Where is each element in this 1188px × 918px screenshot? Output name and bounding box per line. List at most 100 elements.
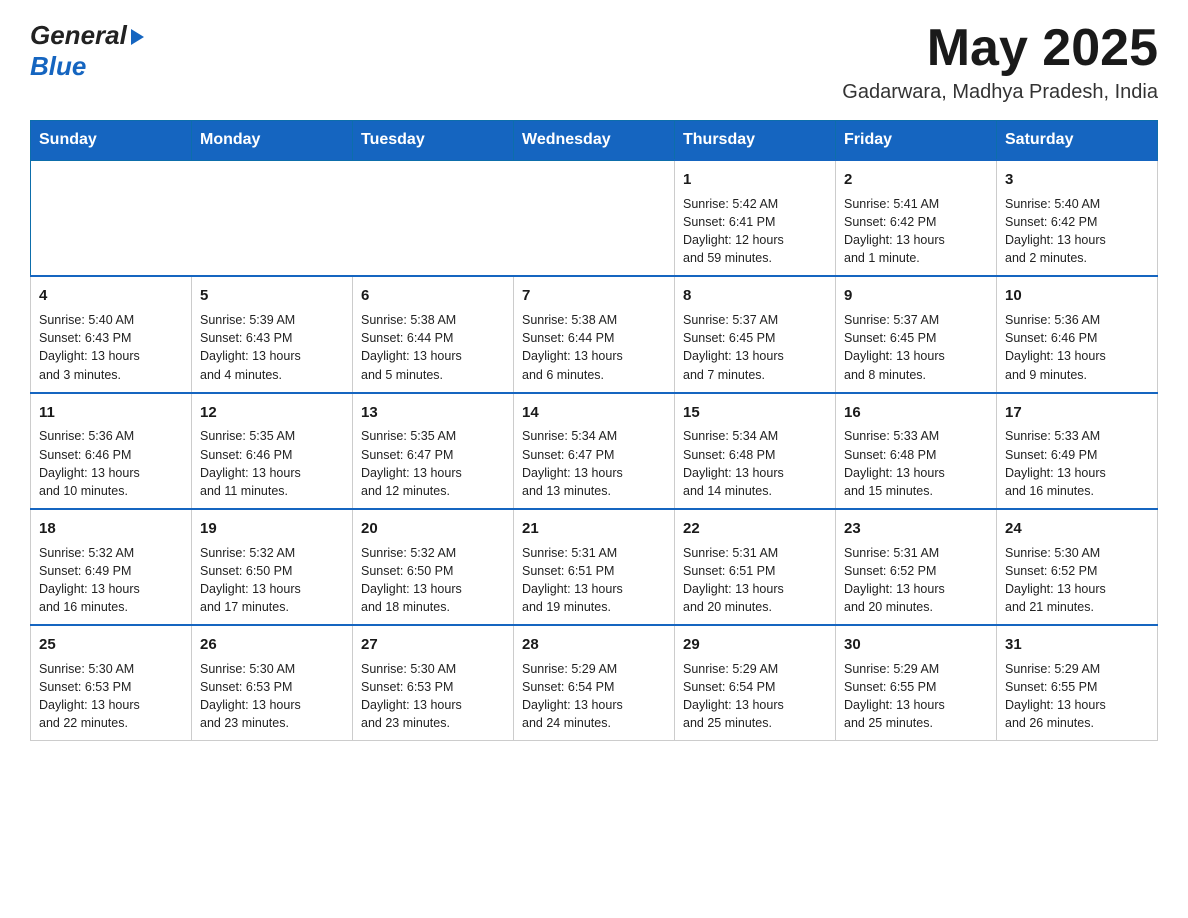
day-info: Sunrise: 5:40 AM Sunset: 6:42 PM Dayligh… — [1005, 195, 1149, 268]
day-number: 20 — [361, 518, 505, 540]
calendar-day-5: 5 Sunrise: 5:39 AM Sunset: 6:43 PM Daylig… — [192, 276, 353, 392]
day-number: 5 — [200, 285, 344, 307]
logo-blue: Blue — [30, 51, 144, 82]
location-title: Gadarwara, Madhya Pradesh, India — [842, 81, 1158, 104]
calendar-day-11: 11 Sunrise: 5:36 AM Sunset: 6:46 PM Dayli… — [31, 393, 192, 509]
calendar-day-7: 7 Sunrise: 5:38 AM Sunset: 6:44 PM Daylig… — [514, 276, 675, 392]
logo: General Blue — [30, 20, 144, 82]
day-number: 28 — [522, 634, 666, 656]
logo-general: General — [30, 20, 144, 51]
day-info: Sunrise: 5:33 AM Sunset: 6:48 PM Dayligh… — [844, 427, 988, 500]
day-number: 15 — [683, 402, 827, 424]
day-info: Sunrise: 5:38 AM Sunset: 6:44 PM Dayligh… — [522, 311, 666, 384]
weekday-header-tuesday: Tuesday — [353, 121, 514, 161]
day-info: Sunrise: 5:42 AM Sunset: 6:41 PM Dayligh… — [683, 195, 827, 268]
calendar-empty-cell — [31, 160, 192, 276]
day-number: 10 — [1005, 285, 1149, 307]
calendar-empty-cell — [192, 160, 353, 276]
calendar-day-30: 30 Sunrise: 5:29 AM Sunset: 6:55 PM Dayli… — [836, 625, 997, 741]
weekday-header-saturday: Saturday — [997, 121, 1158, 161]
calendar-day-15: 15 Sunrise: 5:34 AM Sunset: 6:48 PM Dayli… — [675, 393, 836, 509]
calendar-day-1: 1 Sunrise: 5:42 AM Sunset: 6:41 PM Daylig… — [675, 160, 836, 276]
day-number: 23 — [844, 518, 988, 540]
day-number: 13 — [361, 402, 505, 424]
day-info: Sunrise: 5:29 AM Sunset: 6:55 PM Dayligh… — [1005, 660, 1149, 733]
calendar-day-14: 14Sunrise: 5:34 AM Sunset: 6:47 PM Dayli… — [514, 393, 675, 509]
day-info: Sunrise: 5:35 AM Sunset: 6:46 PM Dayligh… — [200, 427, 344, 500]
day-info: Sunrise: 5:35 AM Sunset: 6:47 PM Dayligh… — [361, 427, 505, 500]
day-number: 2 — [844, 169, 988, 191]
calendar-empty-cell — [514, 160, 675, 276]
day-info: Sunrise: 5:29 AM Sunset: 6:55 PM Dayligh… — [844, 660, 988, 733]
calendar-day-2: 2 Sunrise: 5:41 AM Sunset: 6:42 PM Daylig… — [836, 160, 997, 276]
day-number: 9 — [844, 285, 988, 307]
day-info: Sunrise: 5:29 AM Sunset: 6:54 PM Dayligh… — [683, 660, 827, 733]
day-number: 11 — [39, 402, 183, 424]
calendar-week-row: 25Sunrise: 5:30 AM Sunset: 6:53 PM Dayli… — [31, 625, 1158, 741]
day-info: Sunrise: 5:38 AM Sunset: 6:44 PM Dayligh… — [361, 311, 505, 384]
calendar-day-13: 13 Sunrise: 5:35 AM Sunset: 6:47 PM Dayli… — [353, 393, 514, 509]
logo-triangle-icon — [131, 29, 144, 45]
month-title: May 2025 — [842, 20, 1158, 77]
day-number: 27 — [361, 634, 505, 656]
weekday-header-monday: Monday — [192, 121, 353, 161]
calendar-day-16: 16 Sunrise: 5:33 AM Sunset: 6:48 PM Dayli… — [836, 393, 997, 509]
day-info: Sunrise: 5:39 AM Sunset: 6:43 PM Dayligh… — [200, 311, 344, 384]
day-number: 16 — [844, 402, 988, 424]
day-number: 4 — [39, 285, 183, 307]
day-number: 8 — [683, 285, 827, 307]
calendar-day-31: 31Sunrise: 5:29 AM Sunset: 6:55 PM Dayli… — [997, 625, 1158, 741]
day-number: 12 — [200, 402, 344, 424]
day-number: 22 — [683, 518, 827, 540]
day-number: 30 — [844, 634, 988, 656]
calendar-day-3: 3 Sunrise: 5:40 AM Sunset: 6:42 PM Daylig… — [997, 160, 1158, 276]
calendar-day-9: 9 Sunrise: 5:37 AM Sunset: 6:45 PM Daylig… — [836, 276, 997, 392]
day-number: 7 — [522, 285, 666, 307]
day-info: Sunrise: 5:31 AM Sunset: 6:51 PM Dayligh… — [683, 544, 827, 617]
day-number: 6 — [361, 285, 505, 307]
day-info: Sunrise: 5:30 AM Sunset: 6:53 PM Dayligh… — [39, 660, 183, 733]
header: General Blue May 2025 Gadarwara, Madhya … — [30, 20, 1158, 104]
calendar-day-17: 17 Sunrise: 5:33 AM Sunset: 6:49 PM Dayli… — [997, 393, 1158, 509]
day-info: Sunrise: 5:37 AM Sunset: 6:45 PM Dayligh… — [844, 311, 988, 384]
day-info: Sunrise: 5:29 AM Sunset: 6:54 PM Dayligh… — [522, 660, 666, 733]
day-info: Sunrise: 5:41 AM Sunset: 6:42 PM Dayligh… — [844, 195, 988, 268]
day-info: Sunrise: 5:34 AM Sunset: 6:48 PM Dayligh… — [683, 427, 827, 500]
calendar-table: SundayMondayTuesdayWednesdayThursdayFrid… — [30, 120, 1158, 741]
day-info: Sunrise: 5:40 AM Sunset: 6:43 PM Dayligh… — [39, 311, 183, 384]
calendar-day-23: 23 Sunrise: 5:31 AM Sunset: 6:52 PM Dayli… — [836, 509, 997, 625]
calendar-day-22: 22 Sunrise: 5:31 AM Sunset: 6:51 PM Dayli… — [675, 509, 836, 625]
day-number: 17 — [1005, 402, 1149, 424]
day-info: Sunrise: 5:30 AM Sunset: 6:53 PM Dayligh… — [200, 660, 344, 733]
calendar-empty-cell — [353, 160, 514, 276]
calendar-day-19: 19 Sunrise: 5:32 AM Sunset: 6:50 PM Dayli… — [192, 509, 353, 625]
weekday-header-wednesday: Wednesday — [514, 121, 675, 161]
day-info: Sunrise: 5:30 AM Sunset: 6:53 PM Dayligh… — [361, 660, 505, 733]
calendar-day-27: 27 Sunrise: 5:30 AM Sunset: 6:53 PM Dayli… — [353, 625, 514, 741]
day-number: 14 — [522, 402, 666, 424]
day-info: Sunrise: 5:32 AM Sunset: 6:50 PM Dayligh… — [200, 544, 344, 617]
calendar-week-row: 4 Sunrise: 5:40 AM Sunset: 6:43 PM Daylig… — [31, 276, 1158, 392]
calendar-day-4: 4 Sunrise: 5:40 AM Sunset: 6:43 PM Daylig… — [31, 276, 192, 392]
day-number: 29 — [683, 634, 827, 656]
day-info: Sunrise: 5:31 AM Sunset: 6:52 PM Dayligh… — [844, 544, 988, 617]
calendar-week-row: 18Sunrise: 5:32 AM Sunset: 6:49 PM Dayli… — [31, 509, 1158, 625]
calendar-week-row: 11 Sunrise: 5:36 AM Sunset: 6:46 PM Dayli… — [31, 393, 1158, 509]
day-info: Sunrise: 5:31 AM Sunset: 6:51 PM Dayligh… — [522, 544, 666, 617]
calendar-day-6: 6 Sunrise: 5:38 AM Sunset: 6:44 PM Daylig… — [353, 276, 514, 392]
day-number: 3 — [1005, 169, 1149, 191]
day-number: 19 — [200, 518, 344, 540]
day-info: Sunrise: 5:37 AM Sunset: 6:45 PM Dayligh… — [683, 311, 827, 384]
calendar-day-29: 29 Sunrise: 5:29 AM Sunset: 6:54 PM Dayli… — [675, 625, 836, 741]
day-number: 21 — [522, 518, 666, 540]
calendar-day-18: 18Sunrise: 5:32 AM Sunset: 6:49 PM Dayli… — [31, 509, 192, 625]
day-info: Sunrise: 5:36 AM Sunset: 6:46 PM Dayligh… — [39, 427, 183, 500]
weekday-header-sunday: Sunday — [31, 121, 192, 161]
calendar-day-10: 10Sunrise: 5:36 AM Sunset: 6:46 PM Dayli… — [997, 276, 1158, 392]
day-number: 24 — [1005, 518, 1149, 540]
calendar-day-28: 28 Sunrise: 5:29 AM Sunset: 6:54 PM Dayli… — [514, 625, 675, 741]
calendar-day-8: 8 Sunrise: 5:37 AM Sunset: 6:45 PM Daylig… — [675, 276, 836, 392]
day-info: Sunrise: 5:33 AM Sunset: 6:49 PM Dayligh… — [1005, 427, 1149, 500]
day-number: 1 — [683, 169, 827, 191]
day-info: Sunrise: 5:32 AM Sunset: 6:49 PM Dayligh… — [39, 544, 183, 617]
